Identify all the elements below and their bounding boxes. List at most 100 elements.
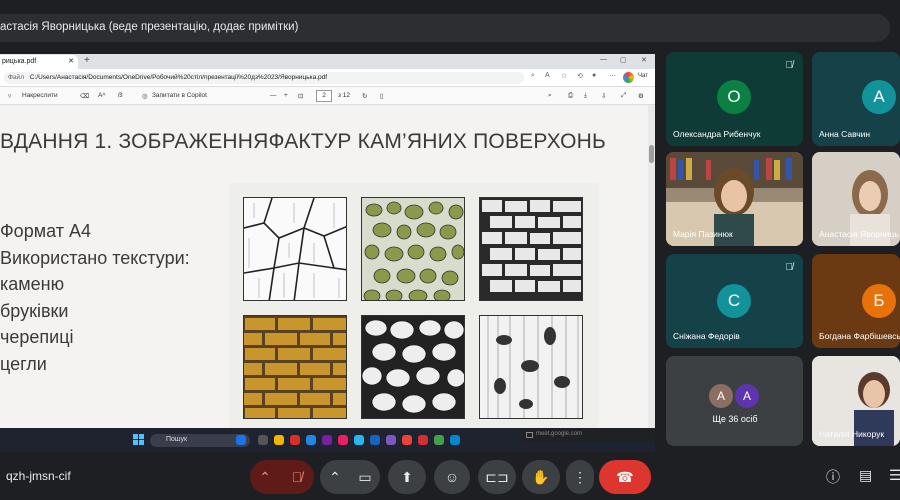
task-view-icon[interactable]: [258, 435, 268, 445]
close-tab-icon[interactable]: ✕: [68, 57, 74, 65]
participant-video-tile[interactable]: Наталія Никорук: [812, 356, 900, 446]
file-explorer-icon[interactable]: [274, 435, 284, 445]
meet-app-icon[interactable]: [370, 435, 380, 445]
audio-options-button[interactable]: ⌃: [250, 460, 280, 494]
page-total: з 12: [338, 92, 351, 99]
search-icon[interactable]: ⌕: [548, 92, 552, 100]
zoom-out-icon[interactable]: —: [270, 92, 277, 99]
chat-label[interactable]: Чат: [638, 73, 648, 79]
draw-button[interactable]: Накреслити: [22, 92, 58, 99]
windows-start-icon[interactable]: [133, 434, 144, 445]
eraser-icon[interactable]: ⌫: [80, 92, 89, 100]
reactions-button[interactable]: ☺: [434, 460, 470, 494]
settings-icon[interactable]: ⚙: [638, 92, 644, 100]
address-bar: Файл C:/Users/Анастасія/Documents/OneDri…: [0, 69, 655, 87]
copilot-icon[interactable]: [623, 72, 634, 83]
texture-tiles: [479, 197, 583, 301]
settings-more-icon[interactable]: ⋯: [609, 72, 616, 80]
rotate-icon[interactable]: ↻: [362, 92, 367, 100]
pdf-scrollbar[interactable]: [648, 105, 655, 428]
captions-button[interactable]: ⊏⊐: [478, 460, 516, 494]
save-as-icon[interactable]: ⇩: [601, 92, 606, 100]
weather-icon[interactable]: [236, 435, 246, 445]
people-icon[interactable]: ☰: [889, 467, 900, 484]
texture-cobblestone: [361, 315, 465, 419]
browser-tab[interactable]: рицька.pdf ✕: [0, 55, 78, 69]
participant-name: Анастасія Яворниць: [819, 229, 899, 239]
participant-name: Марія Пазинюк: [673, 229, 733, 239]
draw-icon[interactable]: ▿: [8, 92, 11, 100]
bullet-item: бруківки: [0, 300, 69, 321]
mic-off-icon: 🎙̸: [785, 60, 794, 71]
close-window-icon[interactable]: ✕: [641, 56, 647, 64]
texture-pebbles: [361, 197, 465, 301]
ask-copilot-button[interactable]: Запитати в Copilot: [152, 92, 207, 99]
presenter-bar: астасія Яворницька (веде презентацію, до…: [0, 14, 890, 42]
screen-share-icon: [526, 432, 533, 438]
fit-page-icon[interactable]: ⊡: [298, 92, 303, 100]
viber-icon[interactable]: [386, 435, 396, 445]
present-screen-icon: ⬆: [401, 469, 413, 485]
taskbar-search[interactable]: Пошук: [150, 434, 250, 447]
chat-icon[interactable]: ▤: [859, 467, 872, 484]
more-participants-label: Ще 36 осіб: [712, 414, 758, 424]
telegram-icon[interactable]: [354, 435, 364, 445]
opera-icon[interactable]: [418, 435, 428, 445]
more-vert-icon: ⋮: [573, 469, 587, 485]
participant-tile[interactable]: А Анна Савчин: [812, 52, 900, 146]
participant-tile[interactable]: О 🎙̸ Олександра Рибенчук: [666, 52, 803, 146]
more-options-button[interactable]: ⋮: [566, 460, 594, 494]
page-number-input[interactable]: 2: [316, 90, 332, 102]
participant-tile[interactable]: С 🎙̸ Сніжана Федорів: [666, 254, 803, 348]
slide-bullets: Формат А4 Використано текстури: каменю б…: [0, 218, 190, 377]
more-participants-tile[interactable]: А А Ще 36 осіб: [666, 356, 803, 446]
new-tab-icon[interactable]: +: [84, 55, 90, 66]
hand-icon: ✋: [532, 469, 550, 485]
present-button[interactable]: ⬆: [388, 460, 426, 494]
leave-call-button[interactable]: ☎: [599, 460, 651, 494]
read-aloud-button[interactable]: ẞ: [118, 92, 123, 99]
edge-icon[interactable]: [306, 435, 316, 445]
favorite-icon[interactable]: ☆: [561, 72, 567, 80]
camera-icon: ▭: [358, 469, 372, 485]
pdf-page: ВДАННЯ 1. ЗОБРАЖЕННЯФАКТУР КАМ’ЯНИХ ПОВЕ…: [0, 105, 648, 428]
participant-tile[interactable]: Б Богдана Фарбішевсь: [812, 254, 900, 348]
raise-hand-button[interactable]: ✋: [522, 460, 560, 494]
zoom-in-icon[interactable]: +: [284, 92, 288, 99]
mic-off-icon: 🎙̸: [291, 469, 303, 485]
meeting-code: qzh-jmsn-cif: [6, 469, 71, 483]
page-view-icon[interactable]: ▯: [380, 92, 384, 100]
zoom-icon[interactable]: ⌕: [531, 72, 535, 80]
instagram-icon[interactable]: [338, 435, 348, 445]
participant-video-tile[interactable]: Марія Пазинюк: [666, 152, 803, 246]
chrome-icon[interactable]: [402, 435, 412, 445]
mic-off-button[interactable]: 🎙̸: [280, 460, 314, 494]
copilot-small-icon[interactable]: ◎: [142, 92, 148, 100]
participant-name: Олександра Рибенчук: [673, 129, 761, 139]
browser-app-icon[interactable]: [450, 435, 460, 445]
maximize-icon[interactable]: ▢: [620, 56, 627, 64]
read-aloud-icon[interactable]: A: [545, 72, 550, 79]
minimize-icon[interactable]: —: [600, 56, 607, 63]
url-field[interactable]: Файл C:/Users/Анастасія/Documents/OneDri…: [4, 72, 524, 84]
save-icon[interactable]: ⤓: [584, 92, 587, 100]
camera-button[interactable]: ▭: [350, 460, 380, 494]
meeting-controls: qzh-jmsn-cif ⌃ 🎙̸ ⌃ ▭ ⬆ ☺ ⊏⊐ ✋ ⋮ ☎ ⓘ ▤ ☰: [0, 452, 900, 500]
text-size-icon[interactable]: Aᴬ: [98, 92, 105, 99]
print-icon[interactable]: ⎙: [568, 92, 573, 100]
pdf-app-icon[interactable]: [290, 435, 300, 445]
fullscreen-icon[interactable]: ⤢: [621, 92, 626, 100]
app-icon[interactable]: [434, 435, 444, 445]
participant-name: Сніжана Федорів: [673, 331, 740, 341]
participant-video-tile[interactable]: Анастасія Яворниць: [812, 152, 900, 246]
participant-name: Наталія Никорук: [819, 429, 885, 439]
profile-icon[interactable]: ●: [592, 72, 596, 79]
video-options-button[interactable]: ⌃: [320, 460, 350, 494]
avatar: А: [709, 384, 733, 408]
info-icon[interactable]: ⓘ: [826, 467, 840, 487]
bullet-item: каменю: [0, 274, 65, 294]
bullet-item: цегли: [0, 353, 47, 374]
scroll-thumb[interactable]: [649, 145, 654, 163]
extensions-icon[interactable]: ⟲: [577, 72, 583, 80]
store-icon[interactable]: [322, 435, 332, 445]
